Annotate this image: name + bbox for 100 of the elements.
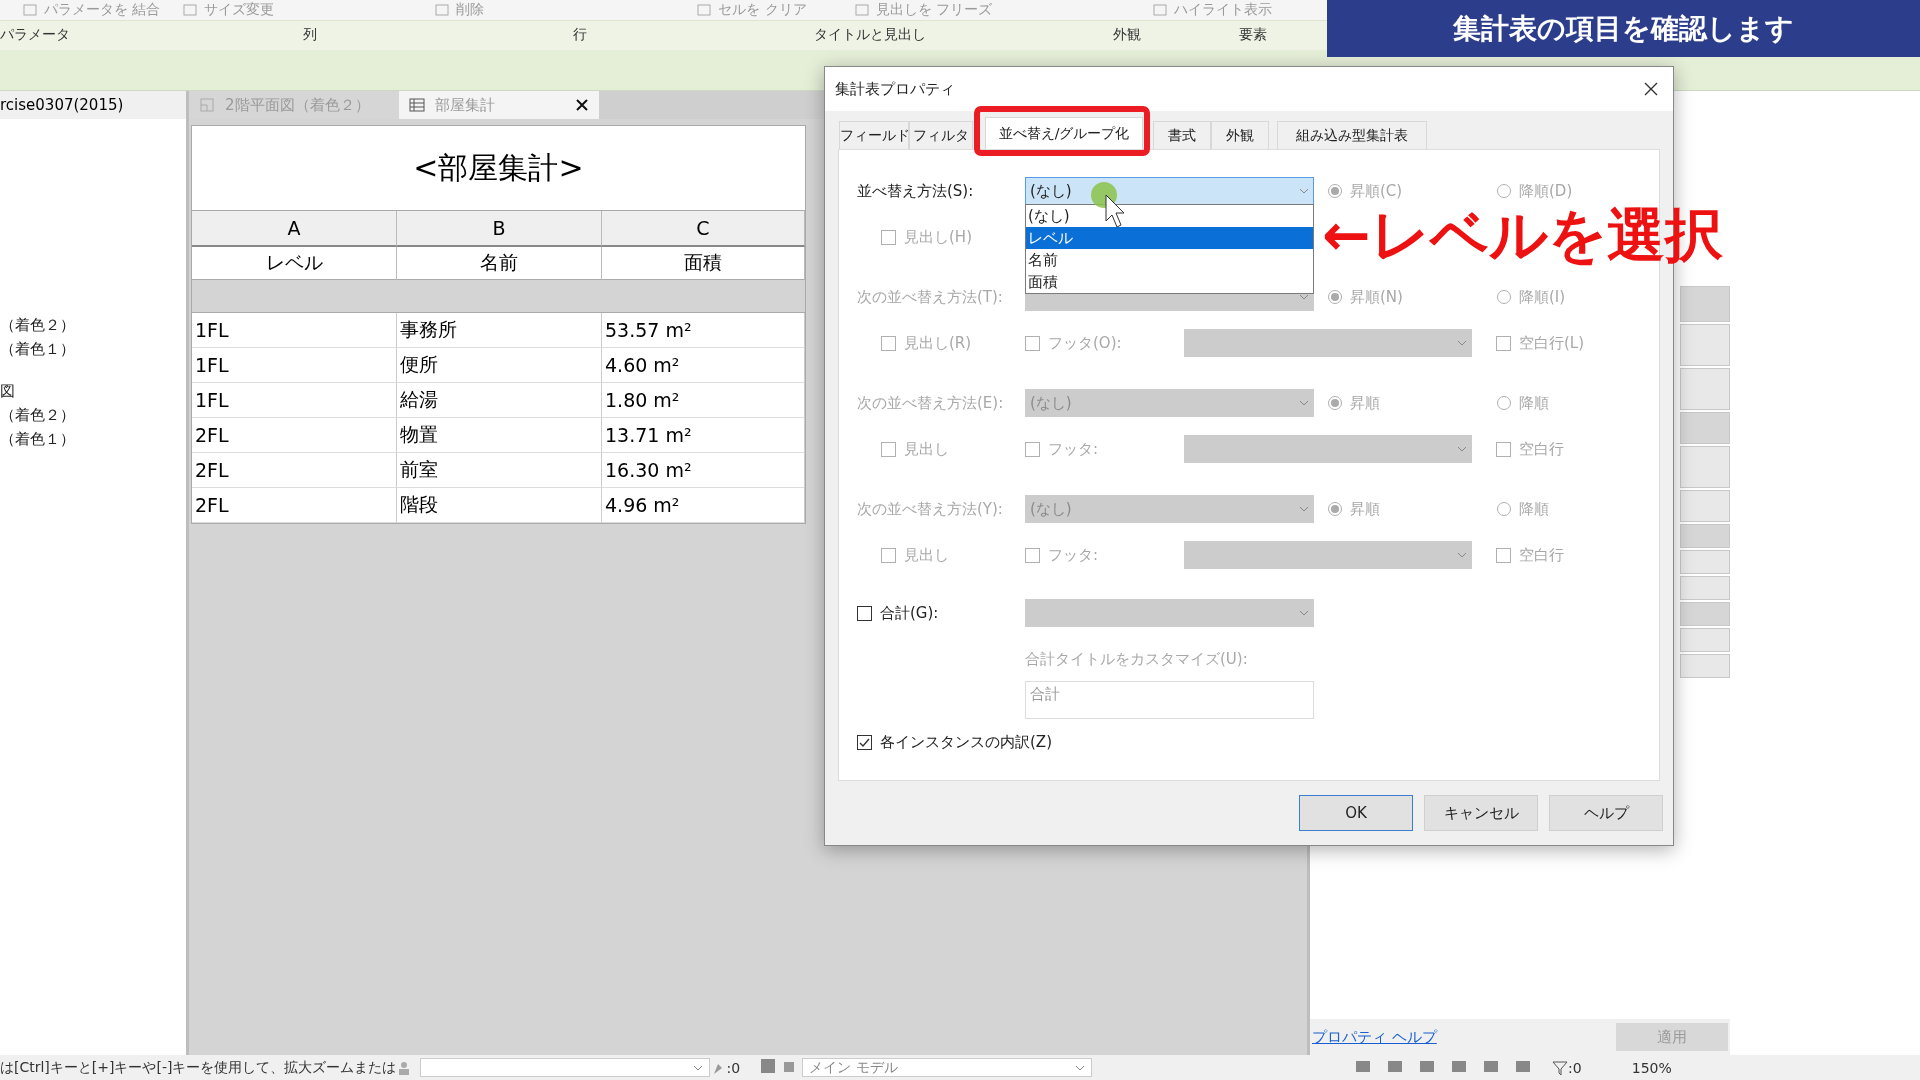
table-cell: 給湯 xyxy=(397,383,602,418)
model-field[interactable]: メイン モデル xyxy=(802,1058,1093,1077)
checkbox-label: フッタ(O): xyxy=(1048,333,1122,353)
dialog-tab[interactable]: フィルタ xyxy=(909,121,973,149)
radio-label: 降順 xyxy=(1519,499,1549,519)
tool-icon[interactable] xyxy=(434,1,451,18)
sort-label: 次の並べ替え方法(T): xyxy=(857,287,1004,307)
dialog-button[interactable]: ヘルプ xyxy=(1549,795,1663,831)
property-row xyxy=(1680,490,1730,522)
chevron-down-icon xyxy=(1457,340,1467,346)
panel-label: タイトルと見出し xyxy=(813,26,927,45)
table-cell: 4.60 m² xyxy=(602,348,805,383)
panel-label: パラメータ xyxy=(0,26,71,45)
table-cell: 物置 xyxy=(397,418,602,453)
tool-icon[interactable] xyxy=(1152,1,1169,18)
browser-item[interactable]: （着色１） xyxy=(0,430,186,450)
table-cell: 事務所 xyxy=(397,313,602,348)
dialog-button[interactable]: キャンセル xyxy=(1424,795,1538,831)
table-cell: 前室 xyxy=(397,453,602,488)
checkbox-label: 空白行 xyxy=(1519,439,1564,459)
table-cell: 1.80 m² xyxy=(602,383,805,418)
help-link[interactable]: プロパティ ヘルプ xyxy=(1312,1027,1437,1047)
checkbox-label: 合計(G): xyxy=(880,603,939,623)
table-cell: 階段 xyxy=(397,488,602,523)
radio-label: 昇順 xyxy=(1350,393,1380,413)
dialog-tab[interactable]: 書式 xyxy=(1153,121,1211,149)
checkbox[interactable] xyxy=(857,734,872,750)
browser-item[interactable]: （着色１） xyxy=(0,340,186,360)
sort-label: 並べ替え方法(S): xyxy=(857,181,975,201)
tool-icon[interactable] xyxy=(853,1,870,18)
panel-label: 列 xyxy=(302,26,318,45)
table-cell: 2FL xyxy=(192,453,397,488)
checkbox-label: 空白行(L) xyxy=(1519,333,1585,353)
zoom-level: 150% xyxy=(1631,1059,1672,1076)
radio-label: 降順(D) xyxy=(1519,181,1573,201)
filter-count: :0 xyxy=(1568,1059,1582,1076)
dialog-button[interactable]: OK xyxy=(1299,795,1413,831)
checkbox-label: 空白行 xyxy=(1519,545,1564,565)
chevron-down-icon xyxy=(1457,446,1467,452)
table-cell: 53.57 m² xyxy=(602,313,805,348)
chevron-down-icon xyxy=(693,1064,704,1071)
panel-label: 要素 xyxy=(1238,26,1268,45)
floor-plan-icon xyxy=(199,97,215,113)
chevron-down-icon xyxy=(1299,188,1309,194)
property-row xyxy=(1680,286,1730,322)
sort-label: 次の並べ替え方法(Y): xyxy=(857,499,1004,519)
tool-icon[interactable] xyxy=(22,1,38,18)
column-letter: B xyxy=(397,211,602,247)
property-row xyxy=(1680,576,1730,600)
table-cell: 2FL xyxy=(192,418,397,453)
property-row xyxy=(1680,654,1730,678)
panel-label: 外観 xyxy=(1111,26,1142,45)
column-letter: A xyxy=(192,211,397,247)
field-label: 合計タイトルをカスタマイズ(U): xyxy=(1025,650,1249,669)
column-letter: C xyxy=(602,211,805,247)
dialog-tab[interactable]: 組み込み型集計表 xyxy=(1277,121,1427,149)
radio-label: 昇順(C) xyxy=(1350,181,1403,201)
filter-icon xyxy=(1552,1059,1569,1076)
workset-field[interactable] xyxy=(420,1058,711,1077)
table-cell: 4.96 m² xyxy=(602,488,805,523)
browser-item[interactable]: 図 xyxy=(0,382,186,402)
dialog-tab[interactable]: 外観 xyxy=(1211,121,1269,149)
chevron-down-icon xyxy=(1075,1064,1086,1071)
dialog-tab[interactable]: フィールド xyxy=(839,121,909,149)
checkbox-label: 見出し xyxy=(904,545,949,565)
table-cell: 便所 xyxy=(397,348,602,383)
checkbox[interactable] xyxy=(857,605,872,621)
table-cell: 1FL xyxy=(192,383,397,418)
browser-item[interactable]: （着色２） xyxy=(0,316,186,336)
property-row xyxy=(1680,628,1730,652)
browser-title: rcise0307(2015) xyxy=(0,91,186,119)
caption-banner: 集計表の項目を確認します xyxy=(1327,0,1920,57)
tool-icon[interactable] xyxy=(182,1,199,18)
sort-dropdown[interactable]: (なし) xyxy=(1025,177,1314,205)
table-icon xyxy=(409,97,425,113)
browser-item[interactable]: （着色２） xyxy=(0,406,186,426)
table-cell: 16.30 m² xyxy=(602,453,805,488)
sort-label: 次の並べ替え方法(E): xyxy=(857,393,1005,413)
radio-label: 降順 xyxy=(1519,393,1549,413)
table-cell: 2FL xyxy=(192,488,397,523)
radio-label: 昇順 xyxy=(1350,499,1380,519)
status-hint: は[Ctrl]キーと[+]キーや[-]キーを使用して、拡大ズームまたは xyxy=(0,1058,397,1077)
property-row xyxy=(1680,602,1730,626)
checkbox-label: 各インスタンスの内訳(Z) xyxy=(880,732,1052,752)
close-icon[interactable] xyxy=(575,98,589,112)
property-row xyxy=(1680,368,1730,410)
close-button[interactable] xyxy=(1643,81,1659,97)
checkbox-label: 見出し(R) xyxy=(904,333,972,353)
property-row xyxy=(1680,324,1730,366)
checkbox-label: 見出し xyxy=(904,439,949,459)
annotation-text: ←レベルを選択 xyxy=(1322,206,1723,264)
dropdown-option[interactable]: レベル xyxy=(1026,227,1313,249)
property-row xyxy=(1680,524,1730,548)
property-row xyxy=(1680,412,1730,444)
panel-label: 行 xyxy=(572,26,588,45)
checkbox-label: フッタ: xyxy=(1048,439,1099,459)
tool-icon[interactable] xyxy=(696,1,713,18)
square-icon xyxy=(760,1058,777,1074)
dialog-tab[interactable]: 並べ替え/グループ化 xyxy=(985,117,1143,149)
checkbox[interactable] xyxy=(881,229,896,245)
